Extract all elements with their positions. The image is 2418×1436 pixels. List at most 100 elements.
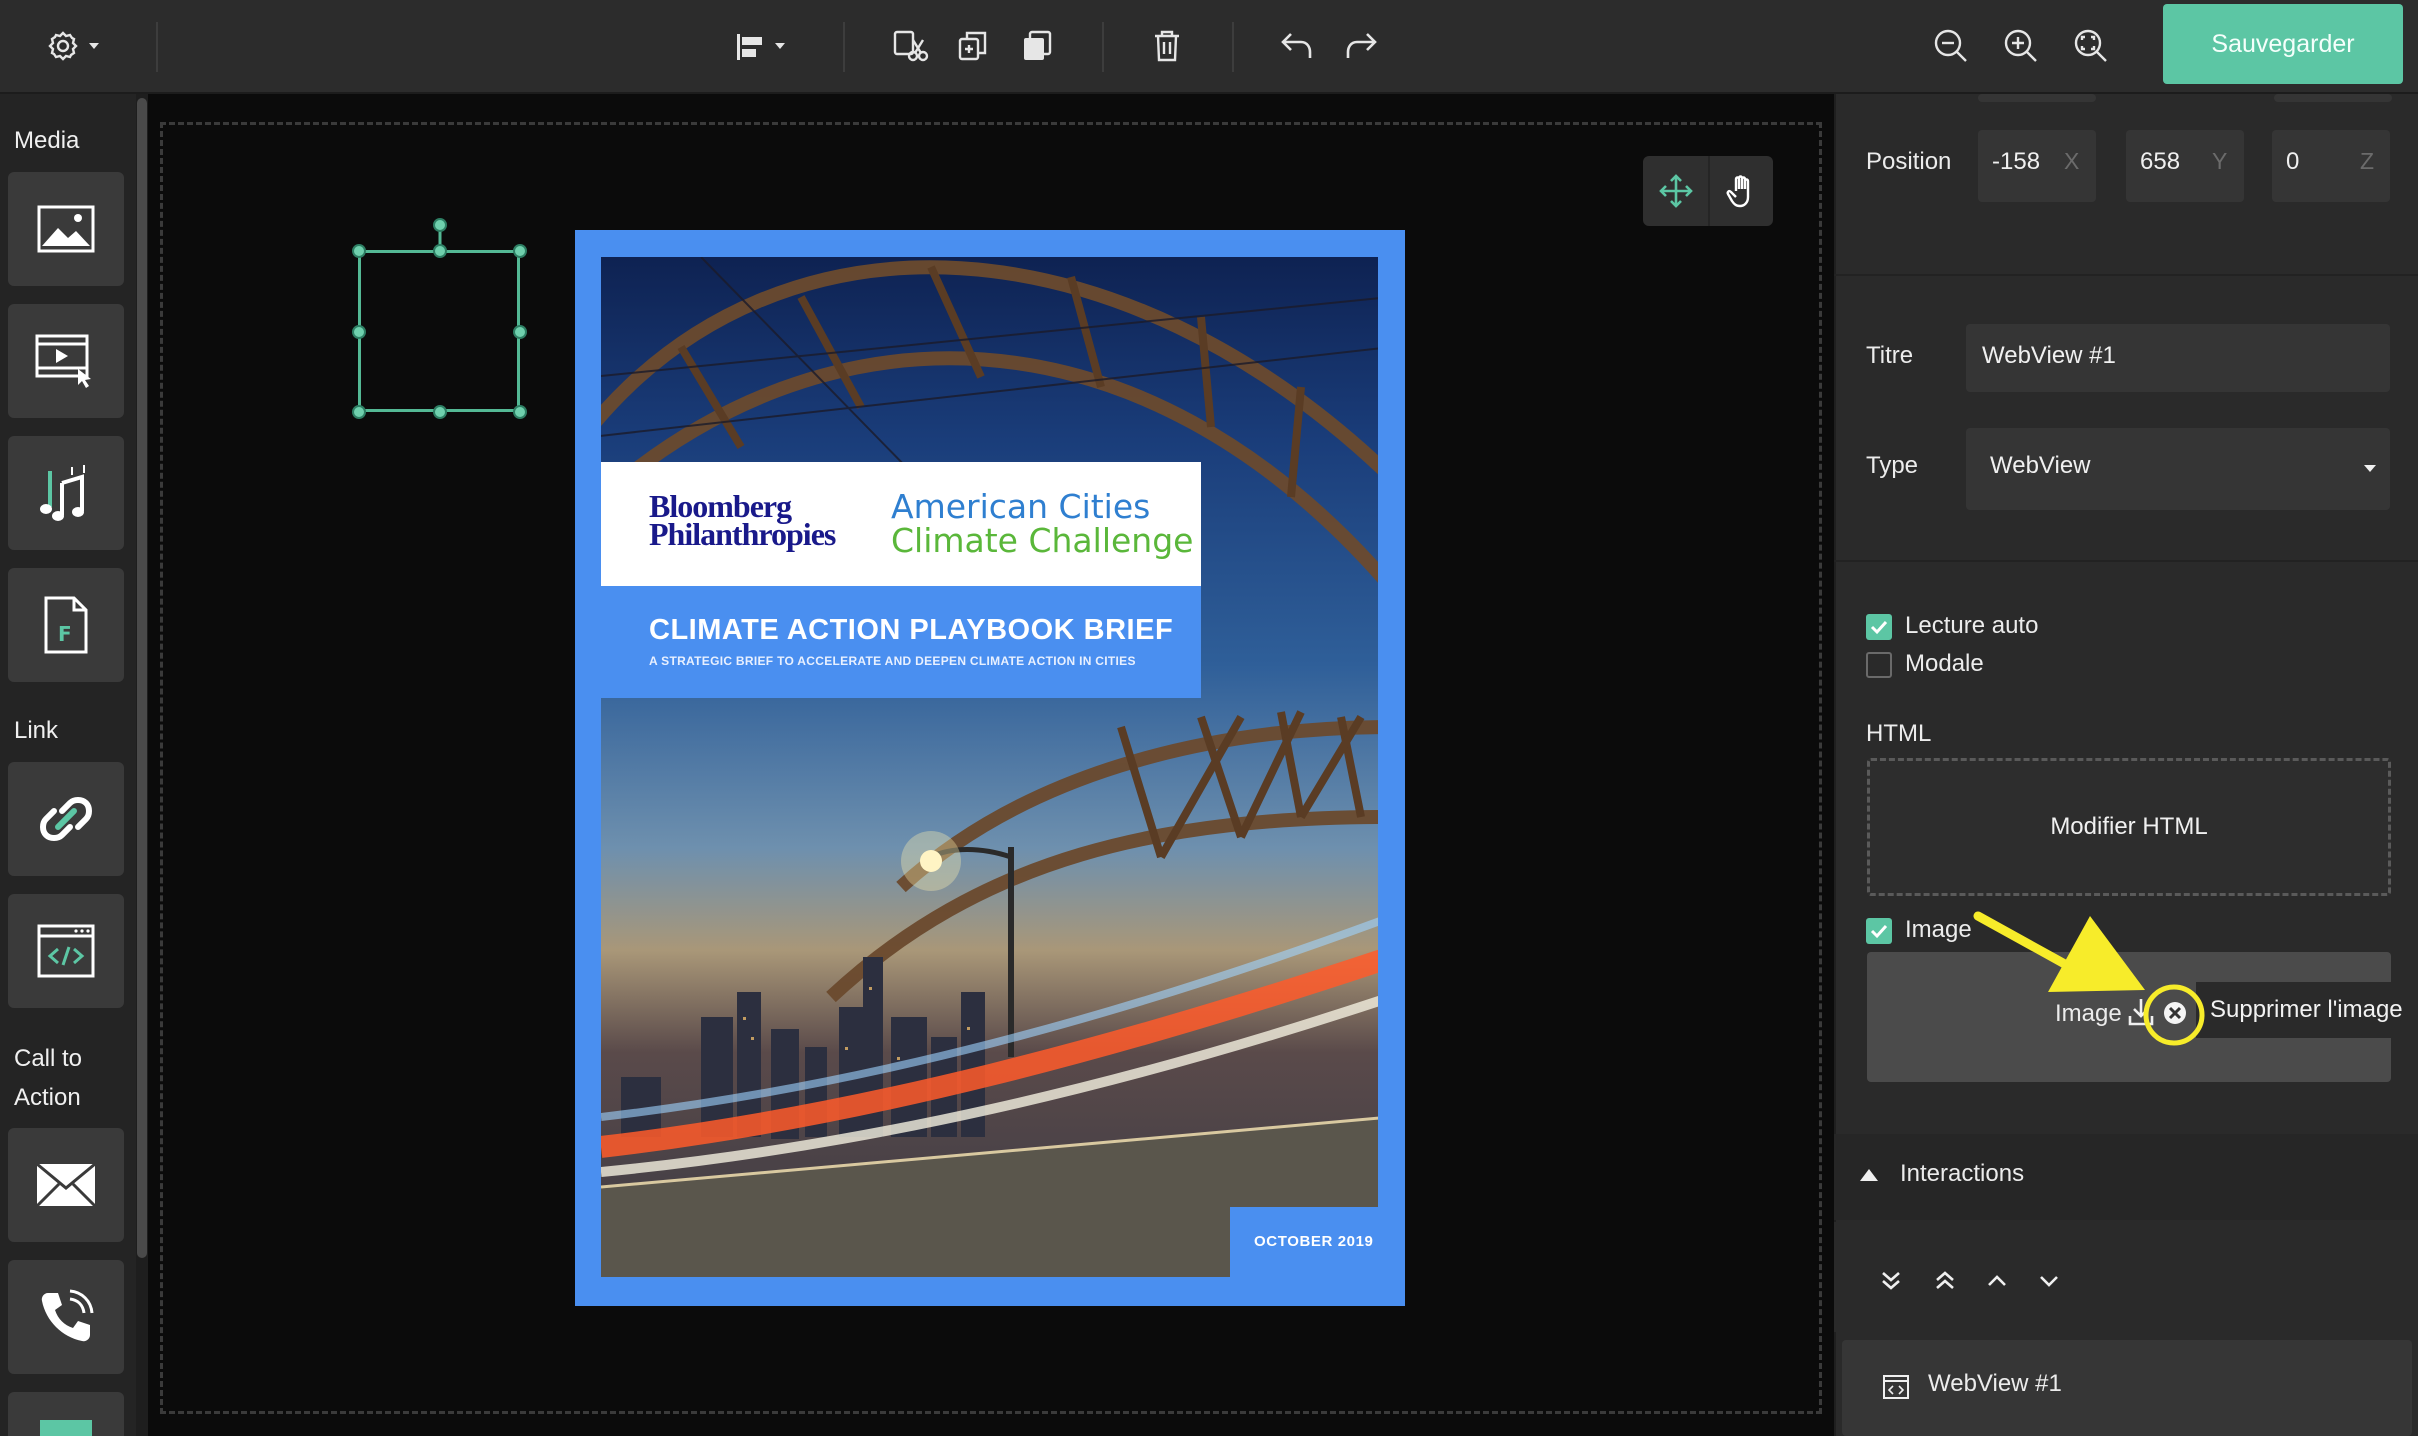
resize-handle-nw[interactable] (352, 244, 366, 258)
selection-handles (438, 226, 442, 250)
email-icon (35, 1162, 97, 1208)
cover-title: CLIMATE ACTION PLAYBOOK BRIEF (649, 614, 1174, 646)
layer-item-label: WebView #1 (1928, 1370, 2062, 1397)
modal-label: Modale (1905, 650, 1984, 677)
autoplay-checkbox[interactable] (1866, 614, 1892, 640)
zoom-in-button[interactable] (1996, 20, 2046, 72)
autoplay-label: Lecture auto (1905, 612, 2039, 639)
cover-subtitle: A STRATEGIC BRIEF TO ACCELERATE AND DEEP… (649, 654, 1136, 668)
webview-icon (1883, 1375, 1909, 1399)
paste-button[interactable] (1012, 20, 1062, 72)
add-link-button[interactable] (8, 762, 124, 876)
add-more-button[interactable] (8, 1392, 124, 1436)
position-z-input[interactable]: 0 Z (2272, 130, 2390, 202)
send-backward-icon[interactable] (2036, 1268, 2062, 1294)
position-x-value: -158 (1992, 148, 2041, 175)
phone-icon (41, 1289, 94, 1342)
audio-icon (40, 465, 85, 521)
resize-handle-n[interactable] (433, 244, 447, 258)
hand-tool-button[interactable] (1708, 156, 1773, 226)
acc-logo-line2: Climate Challenge (891, 521, 1194, 560)
canvas-tool-switch (1643, 156, 1773, 226)
resize-handle-e[interactable] (513, 325, 527, 339)
interactions-label: Interactions (1900, 1160, 2025, 1187)
position-x-input[interactable]: -158 X (1978, 130, 2096, 202)
cover-date-box: OCTOBER 2019 (1230, 1207, 1378, 1277)
position-y-input[interactable]: 658 Y (2126, 130, 2244, 202)
cover-image[interactable]: Bloomberg Philanthropies American Cities… (575, 230, 1405, 1306)
interactions-header[interactable]: Interactions (1834, 1134, 2418, 1220)
resize-handle-s[interactable] (433, 405, 447, 419)
section-cta-label-2: Action (14, 1084, 81, 1111)
section-link-label: Link (14, 717, 59, 744)
calendar-icon (40, 1420, 92, 1436)
cover-date: OCTOBER 2019 (1254, 1233, 1374, 1250)
add-form-button[interactable]: F (8, 568, 124, 682)
position-x-axis: X (2064, 148, 2080, 174)
logo-banner: Bloomberg Philanthropies American Cities… (601, 462, 1201, 586)
zoom-fit-button[interactable] (2066, 20, 2116, 72)
resize-handle-sw[interactable] (352, 405, 366, 419)
chevron-down-icon (775, 43, 785, 49)
align-menu-button[interactable] (728, 20, 794, 72)
move-tool-button[interactable] (1643, 156, 1708, 226)
title-input[interactable]: WebView #1 (1966, 324, 2390, 392)
bring-to-front-icon[interactable] (1932, 1268, 1958, 1294)
check-icon (1870, 924, 1888, 939)
hand-icon (1726, 175, 1749, 208)
position-label: Position (1866, 148, 1952, 175)
html-label: HTML (1866, 720, 1932, 747)
redo-button[interactable] (1336, 20, 1386, 72)
type-select[interactable]: WebView (1966, 428, 2390, 510)
rotate-handle[interactable] (433, 218, 447, 232)
image-checkbox[interactable] (1866, 918, 1892, 944)
svg-text:F: F (58, 622, 72, 646)
edit-html-button[interactable]: Modifier HTML (1867, 758, 2391, 896)
resize-handle-se[interactable] (513, 405, 527, 419)
add-phone-button[interactable] (8, 1260, 124, 1374)
position-z-axis: Z (2360, 148, 2375, 174)
cover-photo: Bloomberg Philanthropies American Cities… (601, 257, 1378, 1277)
panel-divider (1834, 274, 2418, 276)
align-left-icon (737, 34, 785, 60)
undo-icon (1281, 33, 1312, 58)
paste-icon (1024, 30, 1052, 60)
bloomberg-logo-line2: Philanthropies (649, 516, 836, 552)
zoom-fit-icon (2074, 29, 2107, 62)
cover-title-band: CLIMATE ACTION PLAYBOOK BRIEF A STRATEGI… (601, 586, 1201, 698)
zoom-out-button[interactable] (1926, 20, 1976, 72)
delete-button[interactable] (1142, 20, 1192, 72)
redo-icon (1346, 33, 1377, 58)
save-button[interactable]: Sauvegarder (2163, 4, 2403, 84)
move-icon (1658, 174, 1693, 208)
size-field-partial-2[interactable] (2274, 94, 2392, 102)
panel-divider-2 (1834, 560, 2418, 562)
check-icon (1870, 620, 1888, 635)
bring-forward-icon[interactable] (1984, 1268, 2010, 1294)
cut-button[interactable] (884, 20, 934, 72)
add-webview-button[interactable] (8, 894, 124, 1008)
chevron-down-icon (2364, 465, 2376, 472)
trash-icon (1155, 30, 1179, 62)
layer-item-webview[interactable]: WebView #1 (1842, 1340, 2412, 1436)
bloomberg-logo: Bloomberg Philanthropies (649, 490, 836, 552)
zoom-out-icon (1934, 29, 1967, 62)
resize-handle-w[interactable] (352, 325, 366, 339)
city-bridge-illustration (601, 257, 1378, 1277)
copy-button[interactable] (948, 20, 998, 72)
section-cta-label-1: Call to (14, 1045, 83, 1072)
type-label: Type (1866, 452, 1919, 479)
form-icon: F (44, 596, 88, 654)
copy-icon (958, 31, 987, 61)
size-field-partial[interactable] (1978, 94, 2096, 102)
annotation-arrow (1973, 911, 2205, 1046)
undo-button[interactable] (1272, 20, 1322, 72)
position-y-value: 658 (2140, 148, 2181, 175)
resize-handle-ne[interactable] (513, 244, 527, 258)
scissors-icon (893, 30, 929, 62)
title-label: Titre (1866, 342, 1914, 369)
delete-image-tooltip: Supprimer l'image (2196, 982, 2418, 1038)
send-to-back-icon[interactable] (1878, 1268, 1904, 1294)
add-email-button[interactable] (8, 1128, 124, 1242)
modal-checkbox[interactable] (1866, 652, 1892, 678)
